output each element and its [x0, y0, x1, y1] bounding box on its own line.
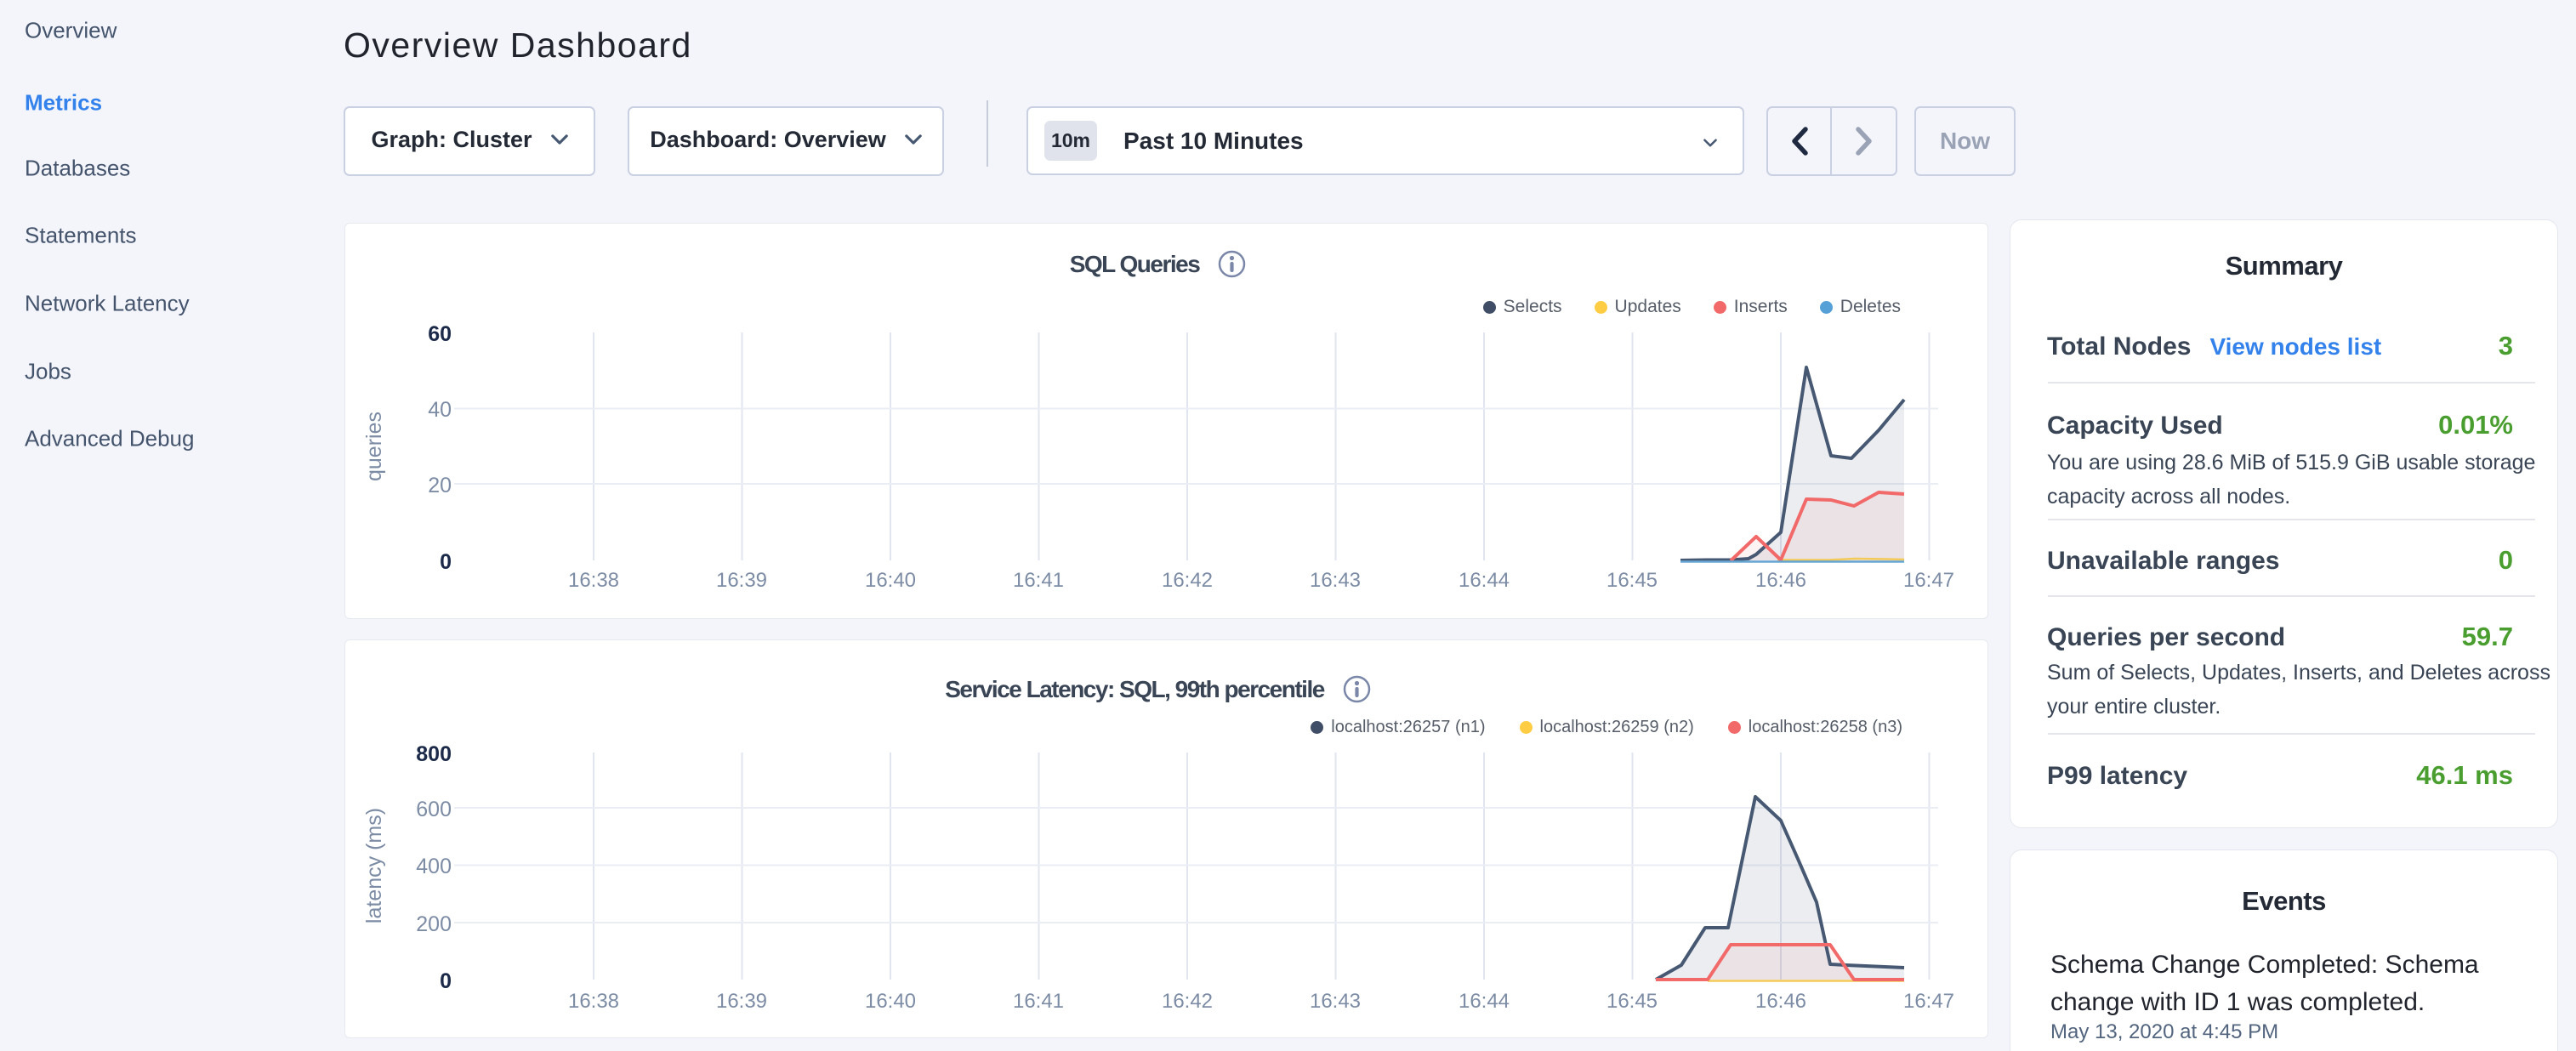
svg-text:600: 600 — [416, 798, 452, 821]
svg-text:400: 400 — [416, 855, 452, 878]
svg-text:latency (ms): latency (ms) — [362, 808, 386, 923]
svg-text:60: 60 — [428, 322, 452, 346]
svg-text:16:42: 16:42 — [1162, 569, 1213, 592]
svg-text:16:39: 16:39 — [716, 569, 767, 592]
svg-text:16:47: 16:47 — [1903, 990, 1954, 1013]
svg-text:16:45: 16:45 — [1606, 569, 1658, 592]
svg-text:16:39: 16:39 — [716, 990, 767, 1013]
svg-text:16:43: 16:43 — [1310, 990, 1361, 1013]
svg-text:16:40: 16:40 — [865, 569, 916, 592]
svg-text:16:41: 16:41 — [1013, 990, 1064, 1013]
svg-text:16:38: 16:38 — [568, 990, 619, 1013]
svg-text:16:46: 16:46 — [1755, 990, 1806, 1013]
svg-text:20: 20 — [428, 474, 452, 497]
svg-text:16:47: 16:47 — [1903, 569, 1954, 592]
svg-text:16:40: 16:40 — [865, 990, 916, 1013]
svg-text:16:38: 16:38 — [568, 569, 619, 592]
svg-text:16:42: 16:42 — [1162, 990, 1213, 1013]
svg-text:200: 200 — [416, 912, 452, 936]
svg-text:16:41: 16:41 — [1013, 569, 1064, 592]
svg-text:16:44: 16:44 — [1459, 569, 1510, 592]
svg-text:40: 40 — [428, 398, 452, 422]
svg-text:16:45: 16:45 — [1606, 990, 1658, 1013]
svg-text:16:46: 16:46 — [1755, 569, 1806, 592]
svg-text:16:43: 16:43 — [1310, 569, 1361, 592]
svg-text:0: 0 — [440, 969, 452, 993]
svg-text:queries: queries — [362, 412, 386, 481]
svg-text:16:44: 16:44 — [1459, 990, 1510, 1013]
svg-text:0: 0 — [440, 550, 452, 574]
svg-text:800: 800 — [416, 742, 452, 766]
